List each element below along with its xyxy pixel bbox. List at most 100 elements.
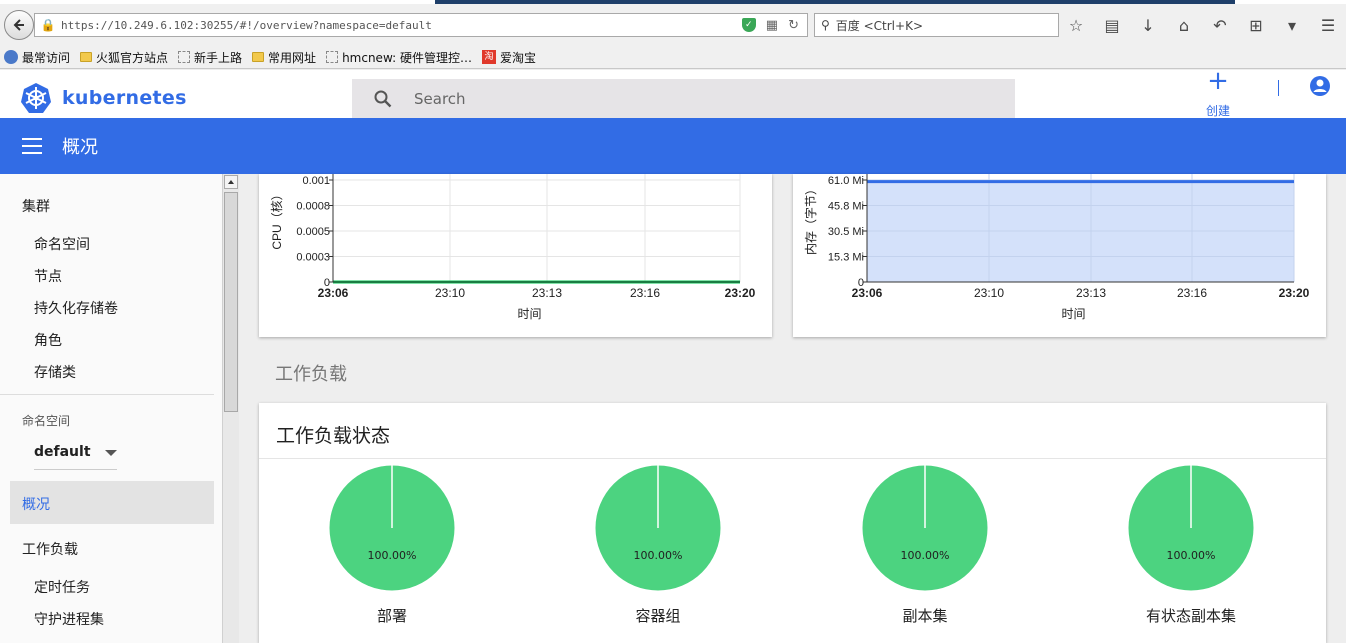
- search-icon: ⚲: [821, 18, 830, 32]
- nav-persistent-volumes[interactable]: 持久化存储卷: [34, 298, 118, 318]
- scroll-up-button[interactable]: [224, 175, 238, 189]
- namespace-select[interactable]: default: [34, 444, 117, 470]
- pie-chart-1[interactable]: 100.00% 部署: [312, 463, 472, 638]
- mem-x-tick-label: 23:20: [1279, 286, 1310, 300]
- bookmark-taobao[interactable]: 淘爱淘宝: [481, 49, 536, 66]
- page-icon: [326, 51, 339, 63]
- url-text[interactable]: https://10.249.6.102:30255/#!/overview?n…: [61, 19, 742, 32]
- sidebar-divider: [0, 394, 214, 395]
- nav-namespaces[interactable]: 命名空间: [34, 234, 90, 254]
- star-icon[interactable]: ☆: [1066, 16, 1086, 35]
- bookmark-hmcnew[interactable]: hmcnew: 硬件管理控…: [326, 49, 472, 66]
- bookmark-common-sites[interactable]: 常用网址: [252, 49, 316, 66]
- card-divider: [259, 458, 1326, 459]
- user-menu-button[interactable]: [1309, 75, 1331, 101]
- memory-chart-card: 0 15.3 Mi 30.5 Mi 45.8 Mi 61.0 Mi 23:06 23:10 2…: [793, 170, 1326, 337]
- globe-icon: [4, 50, 18, 64]
- mem-y-tick-label: 15.3 Mi: [828, 252, 864, 264]
- bookmarks-bar: 最常访问 火狐官方站点 新手上路 常用网址 hmcnew: 硬件管理控… 淘爱淘…: [0, 46, 1346, 69]
- namespace-value: default: [34, 444, 91, 460]
- hamburger-menu-icon[interactable]: ☰: [1318, 16, 1338, 35]
- pie-svg: [329, 465, 455, 591]
- nav-workloads[interactable]: 工作负载: [22, 539, 78, 559]
- workload-status-title: 工作负载状态: [276, 425, 391, 447]
- workload-status-card: 工作负载状态 100.00% 部署 100.00% 容器组 100.00% 副本集 100.…: [259, 403, 1326, 643]
- url-bar[interactable]: 🔒 https://10.249.6.102:30255/#!/overview…: [34, 13, 808, 37]
- pie-percent-label: 100.00%: [900, 549, 950, 562]
- header-divider: [1278, 80, 1279, 96]
- nav-overview[interactable]: 概况: [10, 481, 214, 524]
- cpu-x-tick-label: 23:06: [318, 286, 349, 300]
- cpu-x-tick-label: 23:10: [435, 286, 465, 300]
- mem-y-axis-label: 内存（字节）: [803, 183, 818, 255]
- scroll-thumb[interactable]: [224, 192, 238, 412]
- search-icon: [374, 90, 392, 108]
- home-icon[interactable]: ⌂: [1174, 16, 1194, 35]
- mem-y-tick-label: 61.0 Mi: [828, 175, 864, 187]
- crop-icon[interactable]: ⊞: [1246, 16, 1266, 35]
- download-icon[interactable]: ↓: [1138, 16, 1158, 35]
- chevron-down-icon: [105, 450, 117, 456]
- pie-chart-2[interactable]: 100.00% 容器组: [578, 463, 738, 638]
- pie-percent-label: 100.00%: [633, 549, 683, 562]
- folder-icon: [80, 52, 93, 62]
- namespace-label: 命名空间: [22, 414, 71, 428]
- nav-nodes[interactable]: 节点: [34, 266, 62, 286]
- memory-usage-chart: 015.3 Mi30.5 Mi45.8 Mi61.0 Mi23:06 23:10 2…: [803, 170, 1310, 321]
- nav-daemonsets[interactable]: 守护进程集: [34, 609, 104, 629]
- plus-icon: +: [1207, 66, 1229, 96]
- mem-y-tick-label: 45.8 Mi: [828, 201, 864, 213]
- page-icon: [178, 51, 191, 63]
- folder-icon: [252, 52, 265, 62]
- undo-icon[interactable]: ↶: [1210, 16, 1230, 35]
- nav-storage-classes[interactable]: 存储类: [34, 362, 76, 382]
- browser-search-bar[interactable]: ⚲ 百度 <Ctrl+K>: [814, 13, 1059, 37]
- sidebar-scrollbar[interactable]: [222, 174, 239, 643]
- nav-cronjobs[interactable]: 定时任务: [34, 577, 90, 597]
- menu-toggle-button[interactable]: [22, 138, 42, 154]
- create-button[interactable]: + 创建: [1198, 66, 1238, 119]
- reading-list-icon[interactable]: ▤: [1102, 16, 1122, 35]
- nav-roles[interactable]: 角色: [34, 330, 62, 350]
- bookmark-firefox-site[interactable]: 火狐官方站点: [80, 49, 168, 66]
- title-bar: 概况: [0, 118, 1346, 174]
- search-box[interactable]: [352, 79, 1015, 119]
- mem-x-tick-label: 23:16: [1177, 286, 1207, 300]
- mem-area: [867, 181, 1294, 282]
- cpu-x-tick-label: 23:20: [725, 286, 756, 300]
- pie-chart-3[interactable]: 100.00% 副本集: [845, 463, 1005, 638]
- cpu-y-tick-label: 0.001: [302, 175, 330, 187]
- cpu-usage-chart: 00.00030.00050.00080.00123:06 23:10 23:13 2…: [270, 174, 756, 321]
- bookmark-most-visited[interactable]: 最常访问: [4, 49, 70, 66]
- cpu-x-axis-label: 时间: [517, 307, 541, 321]
- taobao-icon: 淘: [481, 50, 496, 64]
- cpu-x-tick-label: 23:16: [630, 286, 660, 300]
- shield-icon[interactable]: ✓: [741, 18, 756, 32]
- reload-icon[interactable]: ↻: [788, 18, 799, 33]
- mem-x-axis-label: 时间: [1061, 307, 1085, 321]
- lock-icon[interactable]: 🔒: [35, 18, 61, 32]
- sidebar: 集群 命名空间 节点 持久化存储卷 角色 存储类 命名空间 default 概况…: [0, 174, 222, 643]
- dropdown-icon[interactable]: ▾: [1282, 16, 1302, 35]
- cpu-y-tick-label: 0.0008: [296, 201, 330, 213]
- bookmark-getting-started[interactable]: 新手上路: [178, 49, 242, 66]
- cpu-y-tick-label: 0.0005: [296, 226, 330, 238]
- kubernetes-helm-icon: [21, 83, 51, 113]
- workloads-section-title: 工作负载: [275, 364, 347, 385]
- cpu-chart-card: 0 0.0003 0.0005 0.0008 0.001 23:06 23:10 23:13 2…: [259, 174, 772, 337]
- nav-cluster[interactable]: 集群: [22, 196, 50, 216]
- arrow-left-icon: [13, 19, 24, 31]
- pie-chart-4[interactable]: 100.00% 有状态副本集: [1111, 463, 1271, 638]
- search-input[interactable]: [414, 90, 974, 108]
- create-label: 创建: [1205, 104, 1230, 118]
- kubernetes-logo[interactable]: kubernetes: [20, 82, 187, 114]
- pie-percent-label: 100.00%: [1166, 549, 1216, 562]
- mem-x-tick-label: 23:13: [1076, 286, 1106, 300]
- cpu-x-tick-label: 23:13: [532, 286, 562, 300]
- pie-name-label: 有状态副本集: [1145, 607, 1236, 625]
- mem-x-tick-label: 23:10: [974, 286, 1004, 300]
- qrcode-icon[interactable]: ▦: [766, 18, 778, 33]
- pie-name-label: 副本集: [902, 607, 948, 625]
- pie-svg: [862, 465, 988, 591]
- back-button[interactable]: [4, 10, 34, 40]
